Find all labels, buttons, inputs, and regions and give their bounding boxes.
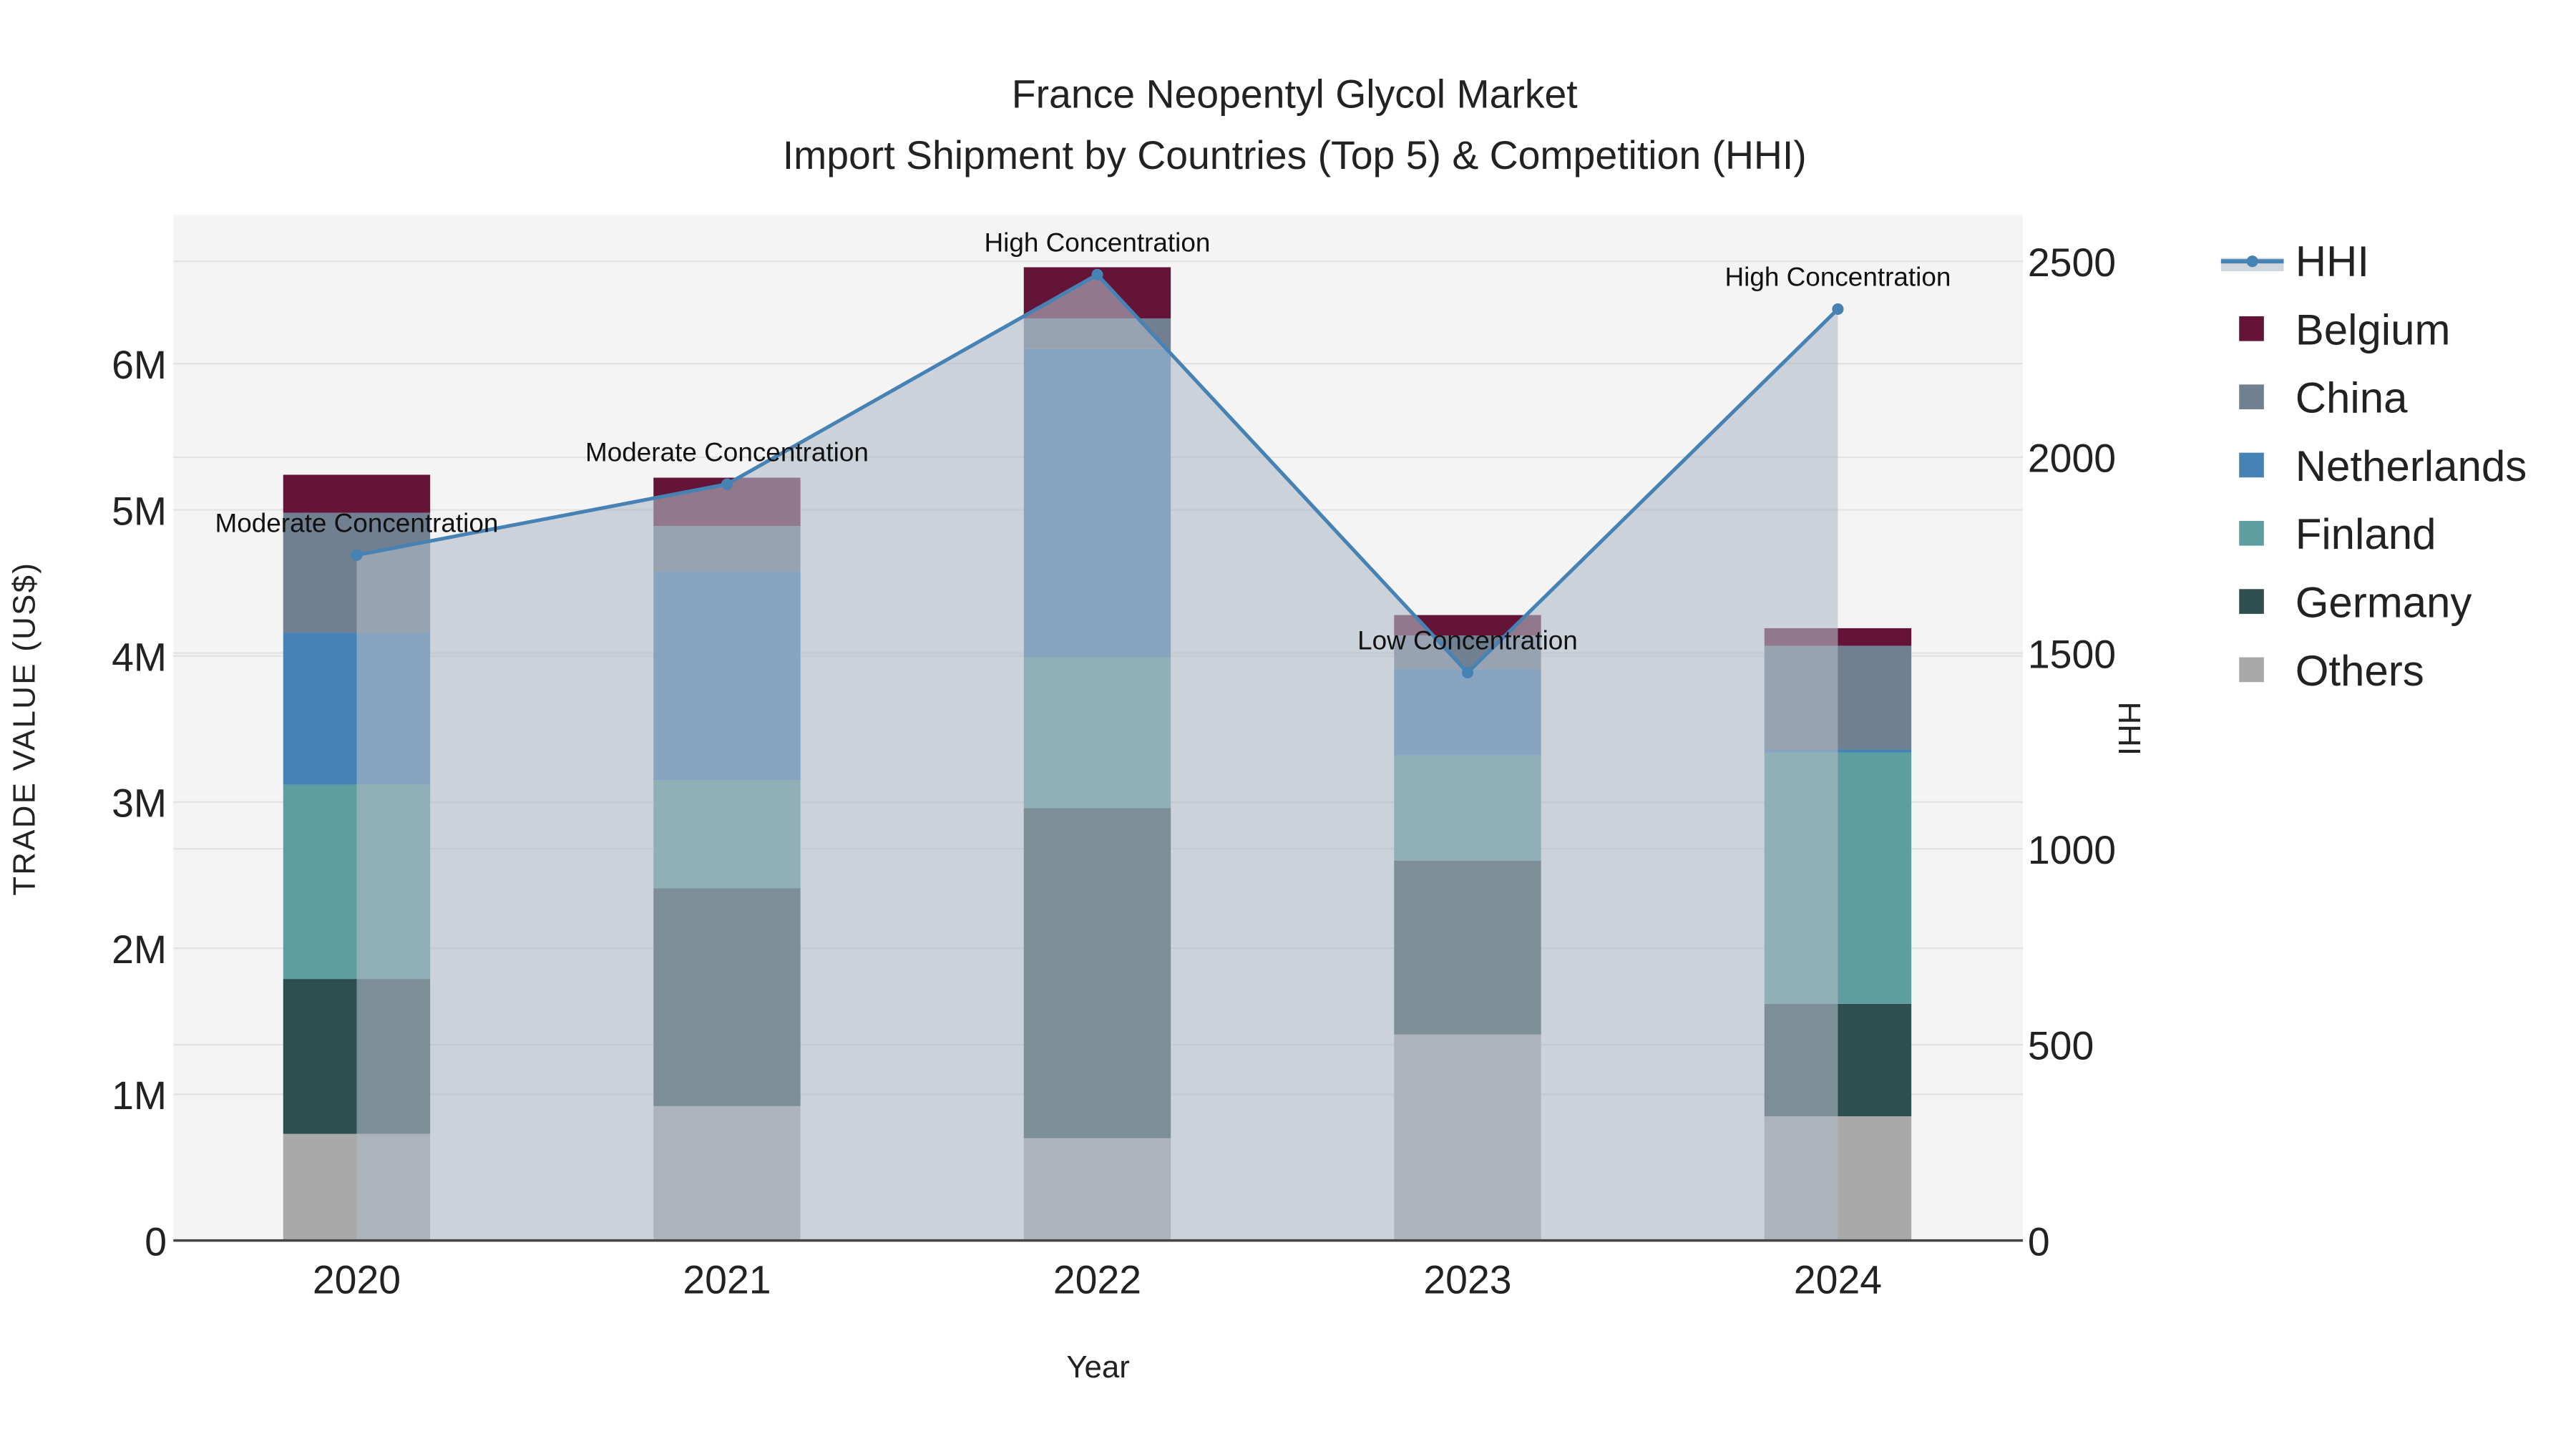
x-tick-label: 2022: [1053, 1258, 1141, 1302]
y2-tick-label: 0: [2028, 1219, 2050, 1264]
y2-tick-label: 1500: [2028, 632, 2116, 676]
x-tick-label: 2020: [313, 1258, 401, 1302]
hhi-point-2024: [1832, 303, 1844, 316]
legend-swatch-china: [2239, 384, 2264, 409]
chart: Moderate Concentration Moderate Concentra…: [0, 0, 2576, 1449]
legend-swatch-finland: [2239, 520, 2264, 546]
legend-hhi-marker: [2246, 255, 2258, 268]
y-tick-label: 5M: [112, 489, 167, 533]
hhi-annotation: Moderate Concentration: [215, 508, 498, 537]
y2-tick-label: 1000: [2028, 828, 2116, 872]
y2-axis-title: HHI: [2112, 702, 2147, 756]
hhi-annotation: Low Concentration: [1357, 626, 1578, 655]
y-tick-label: 3M: [112, 781, 167, 826]
legend-label-others: Others: [2296, 647, 2424, 695]
hhi-point-2023: [1461, 666, 1474, 679]
y2-tick-label: 2000: [2028, 436, 2116, 481]
y-tick-label: 1M: [112, 1073, 167, 1118]
legend-label-germany: Germany: [2296, 579, 2472, 627]
y2-tick-label: 500: [2028, 1024, 2094, 1068]
legend-label-belgium: Belgium: [2296, 306, 2451, 353]
legend-label-netherlands: Netherlands: [2296, 442, 2527, 490]
hhi-annotation: High Concentration: [1724, 263, 1951, 292]
legend-swatch-germany: [2239, 589, 2264, 614]
x-axis-title: Year: [1066, 1350, 1130, 1385]
x-tick-label: 2021: [683, 1258, 771, 1302]
hhi-annotation: High Concentration: [984, 228, 1210, 257]
bar-belgium-2020: [283, 474, 431, 513]
hhi-point-2021: [721, 478, 733, 490]
legend-label-hhi: HHI: [2296, 238, 2369, 286]
legend-swatch-belgium: [2239, 316, 2264, 341]
y2-tick-label: 2500: [2028, 240, 2116, 285]
y-tick-label: 0: [145, 1219, 167, 1264]
y-tick-label: 2M: [112, 927, 167, 972]
hhi-point-2020: [351, 549, 363, 561]
legend-swatch-netherlands: [2239, 452, 2264, 478]
y-axis-title: TRADE VALUE (US$): [6, 562, 42, 896]
chart-subtitle: Import Shipment by Countries (Top 5) & C…: [783, 133, 1807, 177]
legend-swatch-others: [2239, 657, 2264, 683]
legend-label-china: China: [2296, 374, 2408, 422]
legend-label-finland: Finland: [2296, 510, 2436, 558]
chart-title: France Neopentyl Glycol Market: [1012, 72, 1578, 117]
hhi-point-2022: [1091, 268, 1103, 280]
x-tick-label: 2024: [1794, 1258, 1882, 1302]
y-tick-label: 4M: [112, 635, 167, 680]
hhi-annotation: Moderate Concentration: [585, 437, 869, 467]
x-tick-label: 2023: [1423, 1258, 1511, 1302]
y-tick-label: 6M: [112, 343, 167, 387]
